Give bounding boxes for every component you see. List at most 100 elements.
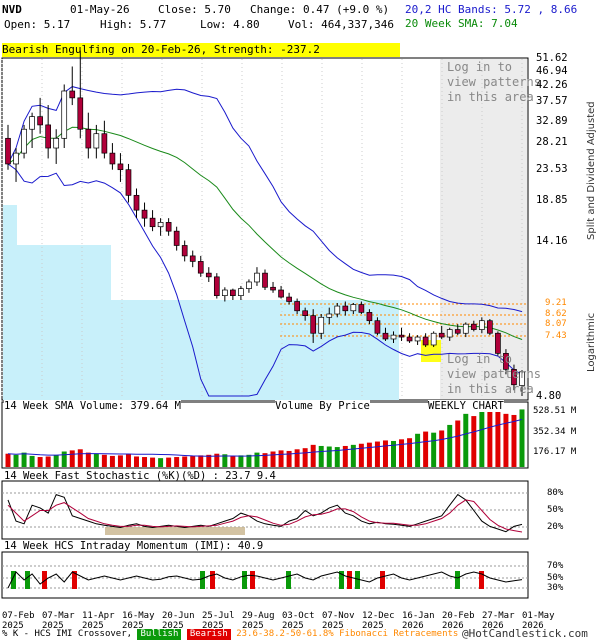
candle-body — [101, 133, 108, 154]
locked-line-2: view patterns — [447, 75, 541, 89]
volume-bar — [455, 420, 461, 467]
candle — [21, 124, 27, 159]
candle-body — [254, 272, 260, 283]
volume-bar — [53, 455, 59, 467]
locked-message-bottom[interactable]: Log in to view patterns in this area — [447, 352, 541, 397]
x-tick-label: 16-Jan 2026 — [402, 611, 435, 631]
x-tick-date: 11-Apr — [82, 611, 115, 621]
x-tick-date: 27-Mar — [482, 611, 515, 621]
candle-body — [157, 222, 164, 228]
candle — [487, 318, 493, 336]
volume-bar — [69, 450, 75, 467]
x-tick-label: 25-Jul 2025 — [202, 611, 235, 631]
bullish-marker — [355, 571, 360, 589]
price-tick: 51.62 — [536, 52, 568, 64]
candle-body — [454, 329, 461, 334]
bullish-marker — [25, 571, 30, 589]
candle-body — [222, 289, 228, 296]
candle-body — [326, 313, 333, 318]
bearish-marker — [347, 571, 352, 589]
locked-line-2: view patterns — [447, 367, 541, 381]
candle-body — [61, 90, 68, 139]
imi-tick: 50% — [547, 573, 564, 583]
adjusted-label: Split and Dividend Adjusted — [586, 101, 597, 240]
x-tick-date: 12-Dec — [362, 611, 395, 621]
volume-bar — [310, 444, 316, 467]
candle-body — [302, 310, 308, 316]
volume-bar — [519, 409, 525, 467]
x-tick-date: 03-Oct — [282, 611, 315, 621]
candle-body — [342, 305, 349, 312]
candle-body — [495, 332, 501, 354]
candle-body — [213, 276, 220, 296]
candle-body — [318, 316, 325, 334]
fib-tick: 9.21 — [545, 298, 567, 308]
candle-body — [29, 116, 35, 130]
candle-body — [5, 137, 11, 165]
candle — [125, 163, 132, 203]
candle-body — [173, 230, 180, 246]
x-tick-label: 07-Nov 2025 — [322, 611, 355, 631]
volume-bar — [399, 439, 405, 467]
candle-body — [133, 194, 140, 211]
stoch-d-line — [7, 499, 523, 533]
candle-body — [374, 320, 381, 334]
locked-message-top[interactable]: Log in to view patterns in this area — [447, 60, 541, 105]
site-credit[interactable]: @HotCandlestick.com — [462, 627, 588, 640]
volume-bar — [479, 409, 485, 467]
stochastic-title: 14 Week Fast Stochastic (%K)(%D) : 23.7 … — [4, 470, 276, 482]
candle-body — [350, 304, 357, 312]
volume-tick: 352.34 M — [533, 427, 577, 437]
candle-body — [197, 261, 204, 274]
candle — [173, 226, 180, 251]
footer-legend: % K - HCS IMI Crossover, Bullish Bearish… — [2, 629, 458, 640]
bullish-legend: Bullish — [137, 629, 182, 640]
volume-bar — [463, 413, 469, 467]
volume-bar — [286, 450, 292, 467]
candle — [133, 188, 140, 219]
volume-tick: 528.51 M — [533, 406, 577, 416]
candle — [53, 129, 60, 164]
candle — [117, 153, 124, 182]
oversold-zone — [105, 527, 245, 535]
imi-panel — [1, 551, 529, 599]
volume-bar — [326, 446, 332, 467]
candle-body — [398, 334, 405, 338]
x-tick-date: 16-May — [122, 611, 155, 621]
volume-bar — [350, 444, 356, 467]
candle — [85, 112, 92, 159]
candle — [414, 335, 421, 345]
vbp-bar — [3, 300, 399, 400]
x-tick-label: 03-Oct 2025 — [282, 611, 315, 631]
candle-body — [270, 286, 276, 291]
bullish-marker — [242, 571, 247, 589]
log-label: Logarithmic — [586, 312, 597, 372]
candle — [205, 267, 212, 282]
candle-body — [230, 289, 236, 296]
stochastic-panel — [1, 480, 529, 540]
volume-bar — [37, 457, 43, 467]
candle — [238, 285, 244, 301]
vbp-label: Volume By Price — [275, 400, 370, 412]
candle-body — [430, 332, 437, 346]
candle-body — [109, 152, 116, 165]
candle-body — [149, 217, 156, 228]
candle — [101, 120, 108, 159]
volume-bar — [142, 457, 148, 467]
volume-bar — [382, 440, 388, 467]
x-tick-label: 07-Feb 2025 — [2, 611, 35, 631]
bearish-marker — [250, 571, 255, 589]
weekly-chart-label: WEEKLY CHART — [428, 400, 504, 412]
volume-bar — [447, 424, 453, 467]
locked-line-3: in this area — [447, 90, 534, 104]
crossover-legend-label: % K - HCS IMI Crossover, — [2, 629, 133, 639]
locked-line-3: in this area — [447, 382, 534, 396]
volume-bar — [109, 455, 115, 467]
candle-body — [45, 124, 51, 149]
candle — [69, 66, 76, 106]
volume-bar — [487, 408, 493, 467]
candle-body — [69, 90, 76, 99]
x-tick-date: 07-Feb — [2, 611, 35, 621]
volume-bar — [431, 432, 437, 467]
volume-bar — [182, 456, 188, 467]
